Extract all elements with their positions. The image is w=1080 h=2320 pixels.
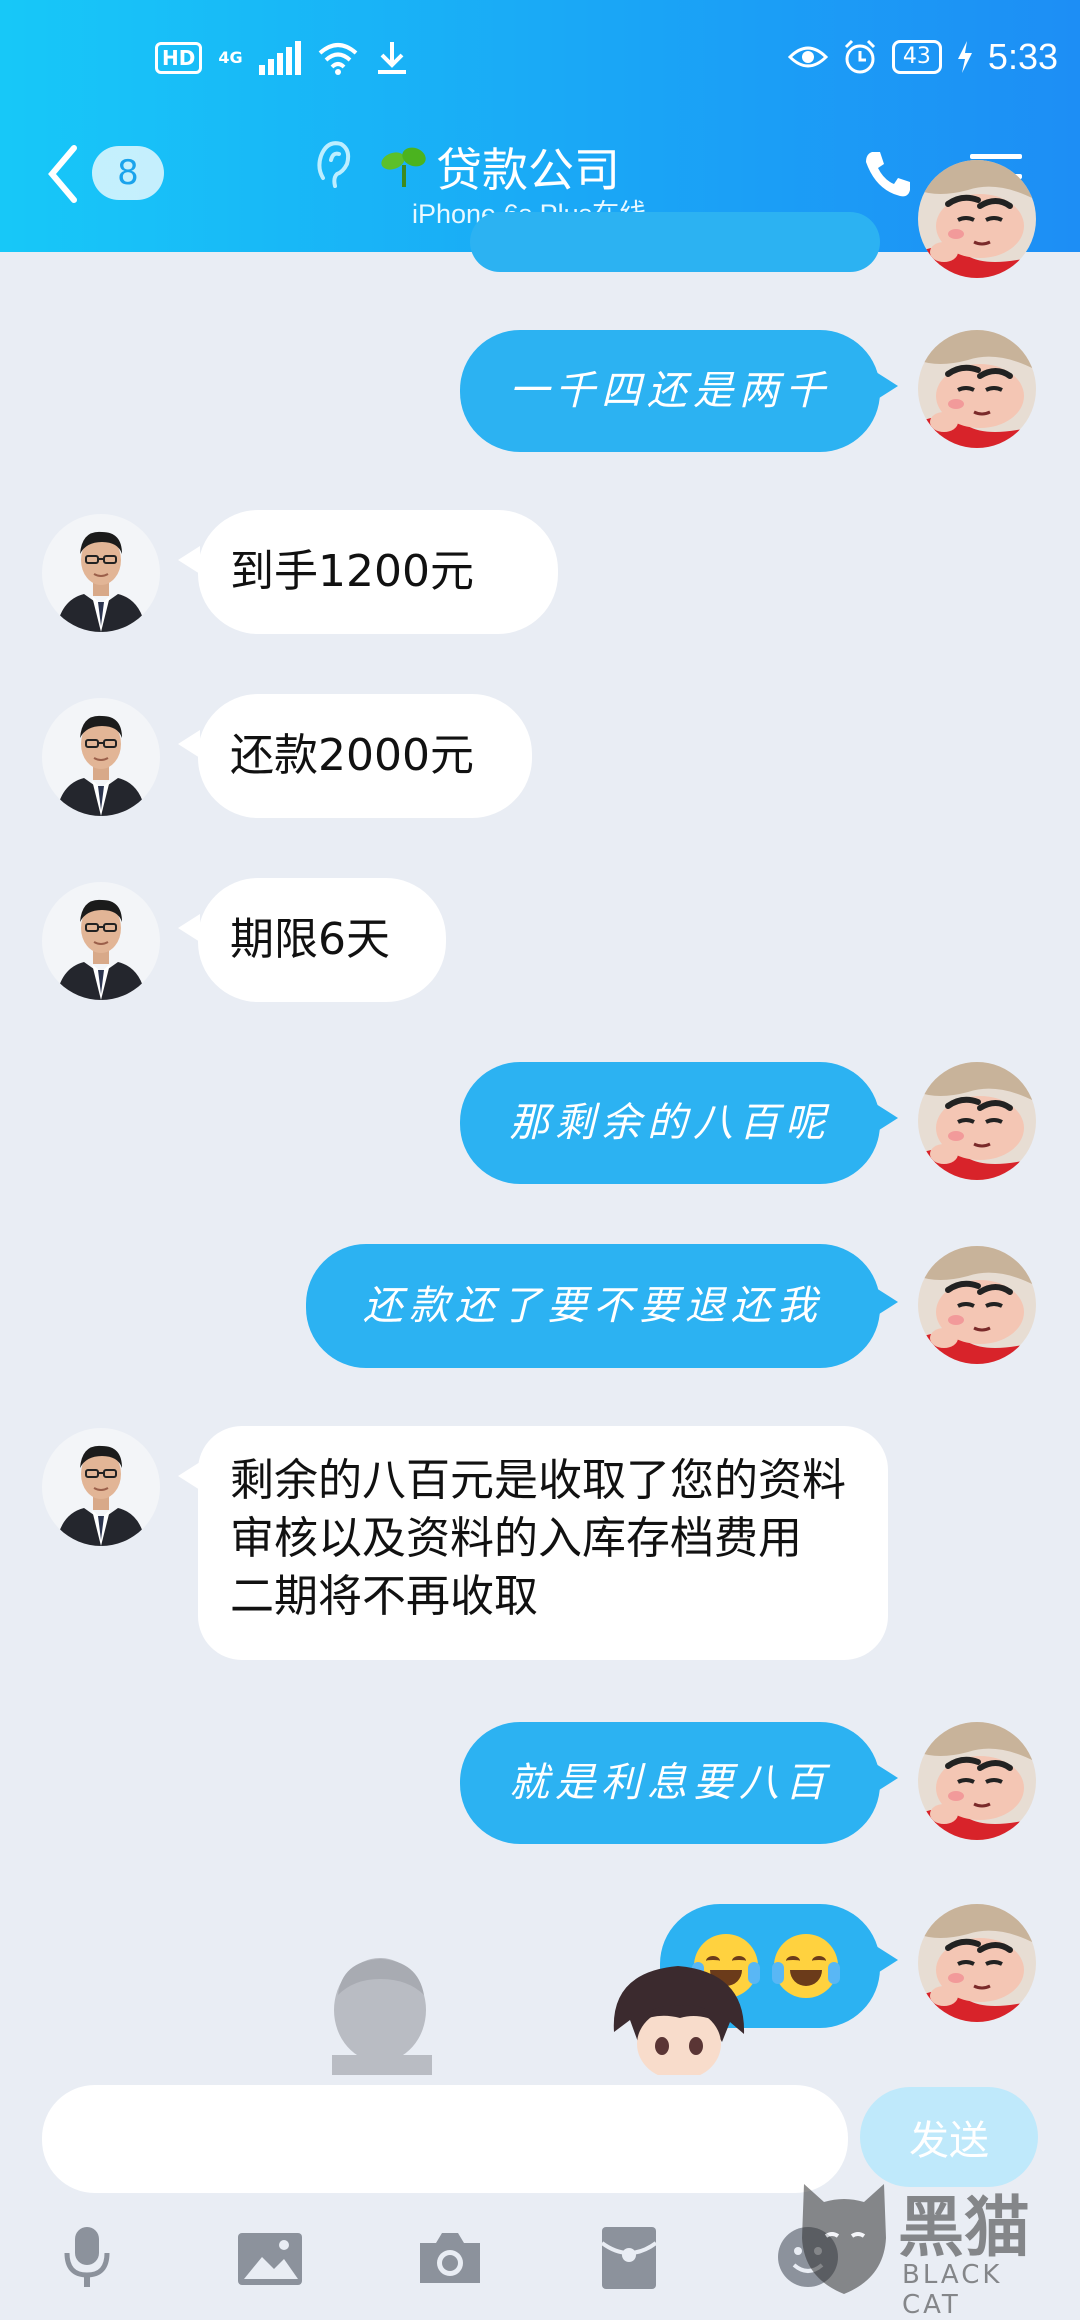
input-area: 发送 黑猫 BLACK CAT bbox=[0, 2075, 1080, 2320]
my-avatar[interactable] bbox=[918, 1246, 1036, 1364]
download-icon bbox=[377, 42, 406, 74]
signal-icon bbox=[258, 41, 301, 75]
wifi-icon bbox=[318, 43, 357, 75]
message-row: 期限6天 bbox=[0, 878, 1080, 1008]
contact-avatar[interactable] bbox=[42, 514, 160, 632]
message-row: 到手1200元 bbox=[0, 510, 1080, 640]
bubble-tail bbox=[178, 546, 200, 574]
battery-level: 43 bbox=[891, 40, 942, 74]
message-row: 一千四还是两千 bbox=[0, 326, 1080, 456]
bubble-tail bbox=[178, 1462, 200, 1490]
contact-title[interactable]: 贷款公司 bbox=[380, 134, 620, 200]
send-button[interactable]: 发送 bbox=[860, 2087, 1038, 2187]
charging-icon bbox=[957, 41, 972, 73]
message-row: 还款还了要不要退还我 bbox=[0, 1244, 1080, 1374]
ghost-figure-icon bbox=[332, 1958, 432, 2080]
bubble-tail bbox=[178, 914, 200, 942]
message-bubble[interactable]: 还款2000元 bbox=[198, 694, 532, 818]
bubble-tail bbox=[876, 1288, 898, 1316]
contact-avatar[interactable] bbox=[42, 882, 160, 1000]
message-bubble[interactable]: 剩余的八百元是收取了您的资料审核以及资料的入库存档费用 二期将不再收取 bbox=[198, 1426, 888, 1660]
bubble-tail bbox=[876, 1104, 898, 1132]
clock: 5:33 bbox=[987, 36, 1058, 77]
message-bubble[interactable]: 那剩余的八百呢 bbox=[460, 1062, 880, 1184]
message-row: 就是利息要八百 bbox=[0, 1720, 1080, 1850]
phone-icon[interactable] bbox=[862, 148, 914, 200]
eye-icon bbox=[787, 46, 828, 68]
my-avatar[interactable] bbox=[918, 330, 1036, 448]
bubble-tail bbox=[178, 730, 200, 758]
hd-indicator: HD bbox=[155, 42, 203, 74]
bubble-tail bbox=[876, 372, 898, 400]
message-partial bbox=[0, 252, 1080, 272]
my-avatar[interactable] bbox=[918, 1062, 1036, 1180]
watermark: 黑猫 BLACK CAT bbox=[796, 2174, 1066, 2320]
watermark-text: 黑猫 bbox=[898, 2189, 1030, 2266]
my-avatar[interactable] bbox=[918, 1904, 1036, 2022]
status-bar: HD 4G 43 5:33 bbox=[0, 0, 1080, 120]
contact-avatar[interactable] bbox=[42, 1428, 160, 1546]
message-bubble[interactable]: 就是利息要八百 bbox=[460, 1722, 880, 1844]
status-right: 43 5:33 bbox=[787, 36, 1058, 78]
network-type: 4G bbox=[218, 48, 243, 67]
message-row: 那剩余的八百呢 bbox=[0, 1060, 1080, 1190]
sprout-icon bbox=[381, 147, 426, 187]
status-left: HD 4G bbox=[155, 40, 409, 76]
message-bubble[interactable]: 一千四还是两千 bbox=[460, 330, 880, 452]
message-row: 还款2000元 bbox=[0, 694, 1080, 824]
face-with-tears-of-joy-icon bbox=[772, 1934, 840, 1998]
back-button[interactable]: 8 bbox=[46, 138, 176, 208]
contact-name: 贷款公司 bbox=[436, 144, 620, 196]
message-bubble-partial bbox=[470, 212, 880, 272]
my-avatar[interactable] bbox=[918, 1722, 1036, 1840]
alarm-icon bbox=[844, 39, 875, 74]
red-packet-icon[interactable] bbox=[600, 2225, 658, 2291]
message-row bbox=[0, 1902, 1080, 2032]
ear-icon[interactable] bbox=[313, 138, 353, 194]
bubble-tail bbox=[876, 1946, 898, 1974]
message-row: 剩余的八百元是收取了您的资料审核以及资料的入库存档费用 二期将不再收取 bbox=[0, 1426, 1080, 1666]
image-icon[interactable] bbox=[236, 2231, 304, 2287]
chevron-left-icon bbox=[48, 145, 77, 203]
contact-avatar[interactable] bbox=[42, 698, 160, 816]
anime-character-icon bbox=[613, 1966, 745, 2080]
microphone-icon[interactable] bbox=[62, 2225, 112, 2289]
unread-count-badge: 8 bbox=[92, 146, 164, 200]
black-cat-logo-icon bbox=[802, 2184, 886, 2294]
bubble-tail bbox=[876, 1764, 898, 1792]
message-input[interactable] bbox=[42, 2085, 848, 2193]
message-bubble[interactable]: 还款还了要不要退还我 bbox=[306, 1244, 880, 1368]
message-bubble[interactable]: 到手1200元 bbox=[198, 510, 558, 634]
camera-icon[interactable] bbox=[416, 2229, 484, 2287]
watermark-subtext: BLACK CAT bbox=[902, 2260, 1003, 2320]
message-bubble[interactable]: 期限6天 bbox=[198, 878, 446, 1002]
my-avatar-partial bbox=[918, 160, 1036, 278]
